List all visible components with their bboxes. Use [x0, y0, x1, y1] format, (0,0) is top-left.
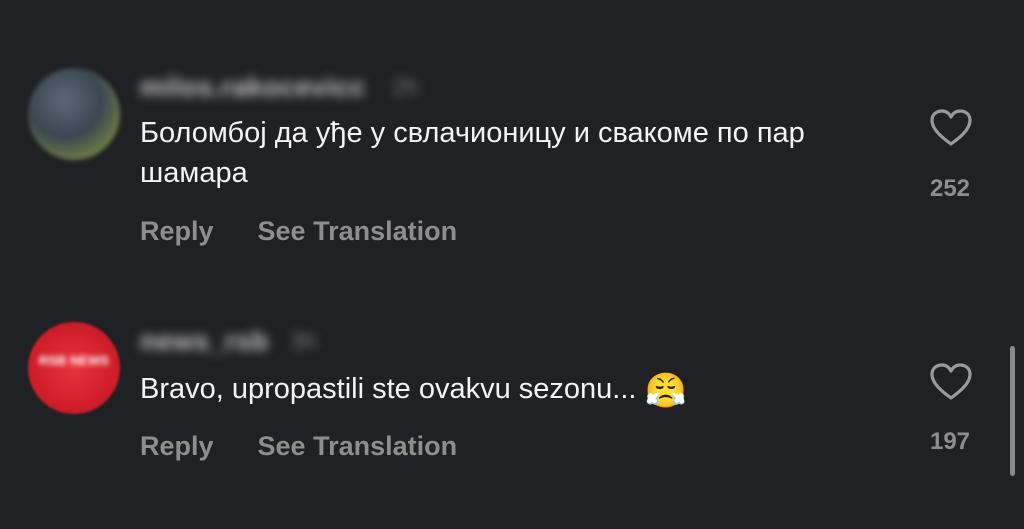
like-button[interactable]: [921, 362, 981, 402]
comment-text-content: Bravo, upropastili ste ovakvu sezonu...: [140, 373, 637, 405]
comment-username[interactable]: news_rsb: [140, 326, 269, 357]
steam-face-emoji: 😤: [644, 371, 687, 411]
news-logo-avatar[interactable]: RSB NEWS: [28, 322, 120, 414]
comment-text: Bravo, upropastili ste ovakvu sezonu... 😤: [140, 369, 880, 409]
see-translation-button[interactable]: See Translation: [258, 431, 458, 462]
scrollbar[interactable]: [1010, 346, 1015, 476]
like-count: 197: [929, 428, 971, 455]
reply-button[interactable]: Reply: [140, 431, 214, 462]
avatar-logo-text: RSB NEWS: [38, 353, 110, 368]
comment-timestamp: 3h: [290, 328, 317, 355]
comment-actions: Reply See Translation: [140, 431, 457, 462]
comment-item: RSB NEWS news_rsb 3h Bravo, upropastili …: [0, 0, 1024, 529]
heart-icon: [930, 363, 972, 400]
